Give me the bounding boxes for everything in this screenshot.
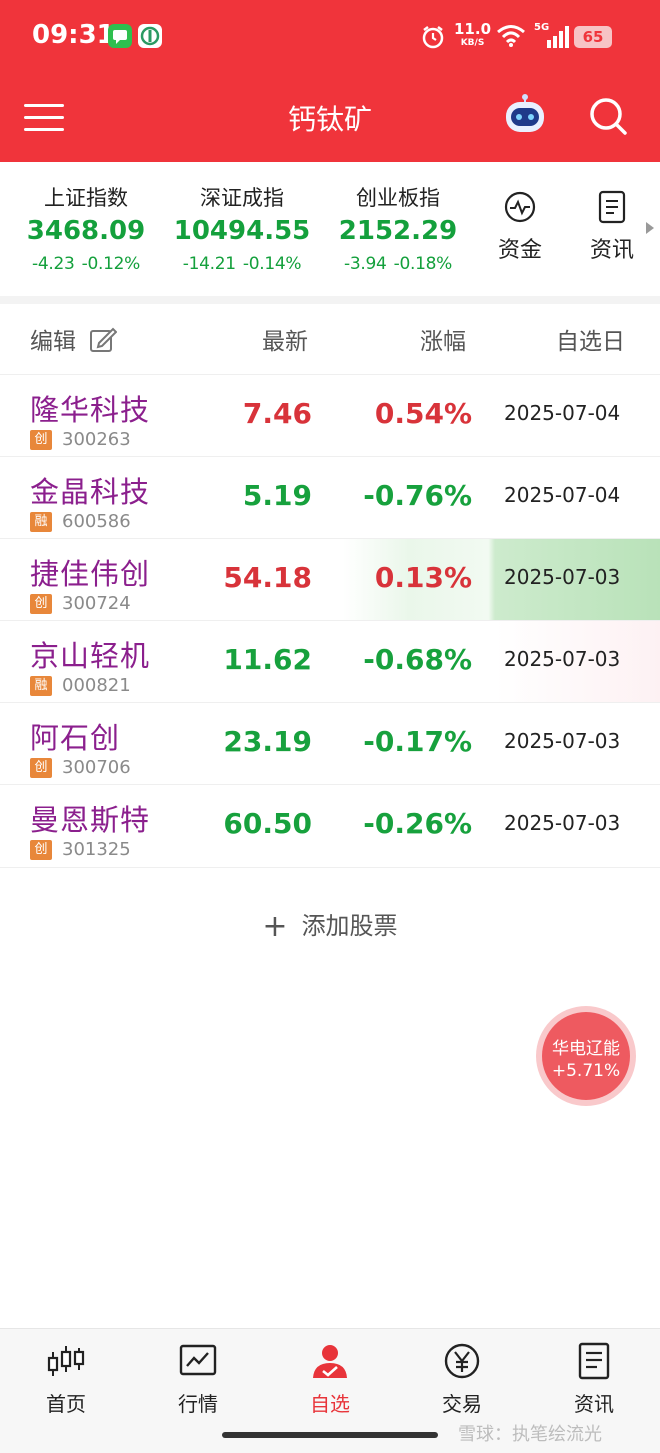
yen-icon	[444, 1343, 480, 1379]
board-badge: 创	[30, 840, 52, 860]
page-title: 钙钛矿	[287, 103, 372, 136]
stock-date: 2025-07-04	[504, 483, 621, 507]
index-chinext[interactable]: 创业板指 2152.29 -3.94 -0.18%	[322, 182, 474, 274]
status-time: 09:31	[32, 20, 115, 50]
search-icon[interactable]	[588, 96, 628, 136]
column-header-latest[interactable]: 最新	[262, 322, 308, 356]
nav-market[interactable]: 行情	[158, 1342, 238, 1417]
stock-price: 23.19	[223, 725, 312, 758]
index-shanghai[interactable]: 上证指数 3468.09 -4.23 -0.12%	[10, 182, 162, 274]
stock-name: 曼恩斯特	[30, 803, 151, 837]
stock-code: 300706	[62, 757, 131, 778]
stock-name: 捷佳伟创	[30, 557, 151, 591]
stock-price: 11.62	[223, 643, 312, 676]
bank-app-icon	[138, 24, 162, 48]
funds-button[interactable]: 资金	[490, 190, 550, 264]
message-app-icon	[108, 24, 132, 48]
table-row[interactable]: 曼恩斯特 创 301325 60.50 -0.26% 2025-07-03	[0, 784, 660, 868]
scroll-right-arrow-icon[interactable]	[646, 222, 654, 234]
alarm-icon	[420, 24, 446, 54]
section-divider	[0, 296, 660, 304]
stock-code: 600586	[62, 511, 131, 532]
plus-icon: +	[262, 909, 288, 944]
stock-change: -0.26%	[363, 807, 472, 840]
stock-name: 隆华科技	[30, 393, 151, 427]
stock-price: 54.18	[223, 561, 312, 594]
table-row[interactable]: 金晶科技 融 600586 5.19 -0.76% 2025-07-04	[0, 456, 660, 539]
stock-change: 0.13%	[374, 561, 472, 594]
board-badge: 创	[30, 758, 52, 778]
news-shortcut-button[interactable]: 资讯	[582, 190, 642, 264]
stock-change: 0.54%	[374, 397, 472, 430]
stock-change: -0.68%	[363, 643, 472, 676]
battery-indicator: 65	[574, 26, 612, 48]
document-icon	[578, 1342, 610, 1380]
gesture-home-bar[interactable]	[222, 1432, 438, 1438]
table-row[interactable]: 隆华科技 创 300263 7.46 0.54% 2025-07-04	[0, 374, 660, 457]
wifi-icon	[496, 24, 526, 52]
stock-name: 金晶科技	[30, 475, 151, 509]
stock-name: 阿石创	[30, 721, 121, 755]
board-badge: 创	[30, 594, 52, 614]
table-row[interactable]: 捷佳伟创 创 300724 54.18 0.13% 2025-07-03	[0, 538, 660, 621]
chart-icon	[179, 1344, 217, 1376]
network-speed: 11.0 KB/S	[454, 20, 492, 49]
stock-price: 5.19	[242, 479, 312, 512]
nav-trade[interactable]: 交易	[422, 1342, 502, 1417]
document-icon	[598, 190, 626, 224]
pulse-icon	[504, 191, 536, 223]
stock-name: 京山轻机	[30, 639, 151, 673]
stock-date: 2025-07-03	[504, 565, 621, 589]
edit-icon	[90, 327, 118, 352]
stock-code: 300263	[62, 429, 131, 450]
robot-assistant-icon[interactable]	[502, 94, 548, 136]
stock-date: 2025-07-03	[504, 647, 621, 671]
margin-badge: 融	[30, 676, 52, 696]
stock-price: 60.50	[223, 807, 312, 840]
index-shenzhen[interactable]: 深证成指 10494.55 -14.21 -0.14%	[166, 182, 318, 274]
watermark: 雪球：执笔绘流光	[458, 1424, 602, 1445]
board-badge: 创	[30, 430, 52, 450]
table-row[interactable]: 阿石创 创 300706 23.19 -0.17% 2025-07-03	[0, 702, 660, 785]
nav-news[interactable]: 资讯	[554, 1342, 634, 1417]
stock-code: 000821	[62, 675, 131, 696]
stock-change: -0.17%	[363, 725, 472, 758]
column-header-change[interactable]: 涨幅	[420, 322, 466, 356]
floating-hot-stock-bubble[interactable]: 华电辽能 +5.71%	[536, 1006, 636, 1106]
stock-price: 7.46	[242, 397, 312, 430]
signal-icon	[546, 26, 570, 52]
candlestick-icon	[47, 1346, 85, 1376]
stock-date: 2025-07-04	[504, 401, 621, 425]
table-row[interactable]: 京山轻机 融 000821 11.62 -0.68% 2025-07-03	[0, 620, 660, 703]
margin-badge: 融	[30, 512, 52, 532]
add-stock-button[interactable]: + 添加股票	[0, 906, 660, 944]
stock-date: 2025-07-03	[504, 729, 621, 753]
user-check-icon	[313, 1345, 347, 1378]
nav-watchlist[interactable]: 自选	[290, 1342, 370, 1417]
stock-code: 301325	[62, 839, 131, 860]
column-header-date[interactable]: 自选日	[556, 322, 625, 356]
edit-button[interactable]: 编辑	[30, 322, 118, 356]
nav-home[interactable]: 首页	[26, 1342, 106, 1417]
stock-change: -0.76%	[363, 479, 472, 512]
stock-code: 300724	[62, 593, 131, 614]
stock-date: 2025-07-03	[504, 811, 621, 835]
